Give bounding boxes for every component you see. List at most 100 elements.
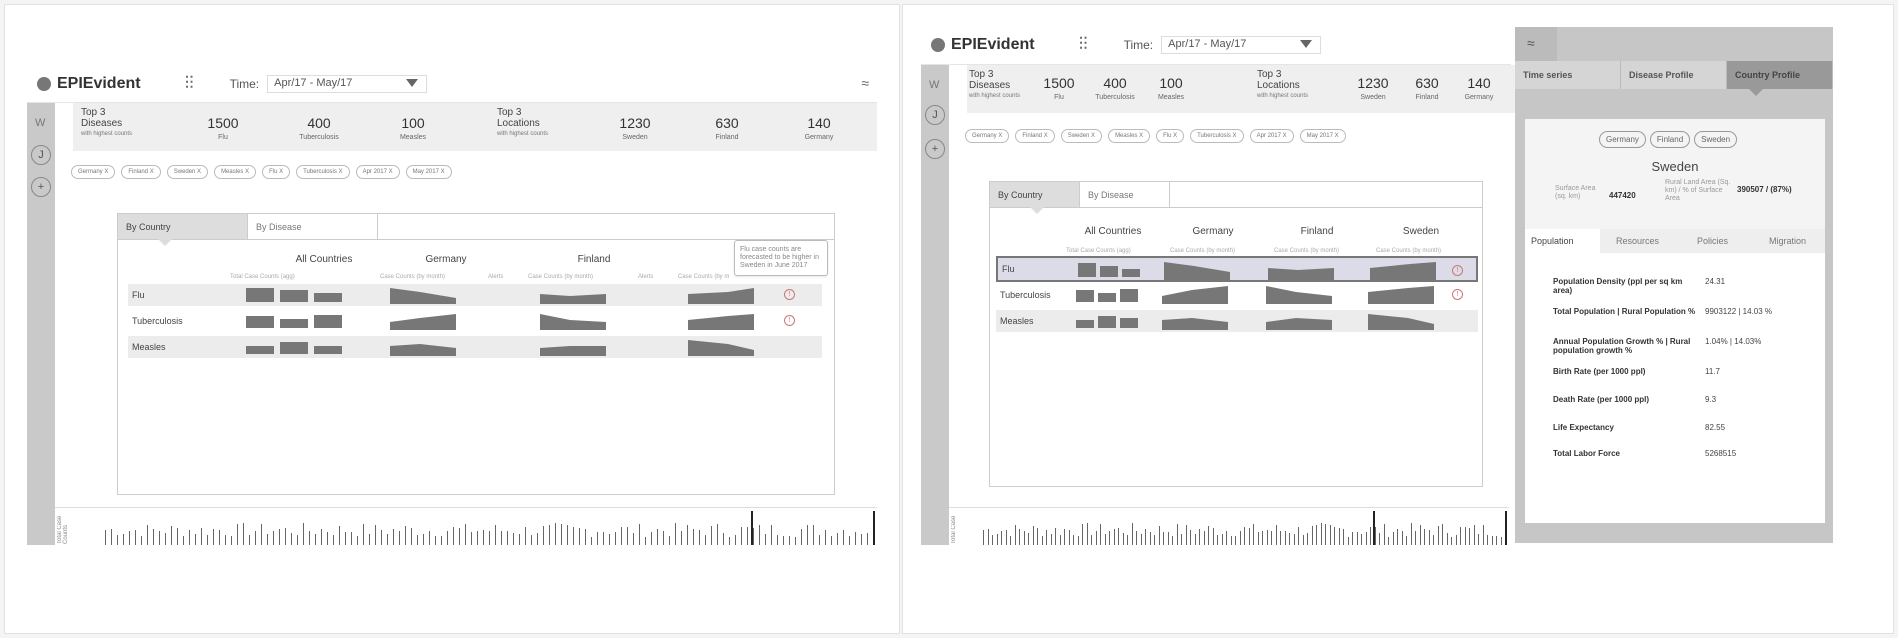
filter-chip[interactable]: May 2017 X bbox=[405, 165, 452, 179]
table-row[interactable]: Measles bbox=[128, 336, 822, 358]
timeline-marker[interactable] bbox=[1373, 511, 1375, 545]
filter-chip[interactable]: Flu X bbox=[262, 165, 291, 179]
time-range-select[interactable]: Apr/17 - May/17 bbox=[1161, 35, 1322, 54]
time-range-value: Apr/17 - May/17 bbox=[1168, 37, 1247, 50]
timeline-tick bbox=[1046, 530, 1048, 545]
trend-icon[interactable]: ≈ bbox=[1515, 27, 1557, 61]
table-row-selected[interactable]: Flu ! bbox=[996, 256, 1478, 282]
profile-button[interactable]: J bbox=[31, 145, 51, 165]
filter-icon[interactable]: ⫶⫶ bbox=[1079, 34, 1088, 55]
sparkline-germany bbox=[1162, 286, 1228, 304]
alert-icon[interactable]: ! bbox=[784, 315, 795, 326]
timeline-strip[interactable]: Total Case Counts bbox=[55, 507, 877, 545]
timeline-tick bbox=[423, 533, 425, 545]
agg-bar bbox=[1076, 290, 1094, 302]
country-chip[interactable]: Finland bbox=[1649, 131, 1691, 148]
filter-chip[interactable]: Measles X bbox=[214, 165, 257, 179]
timeline-tick bbox=[201, 527, 203, 545]
filter-chip[interactable]: Finland X bbox=[1015, 129, 1055, 143]
timeline-tick bbox=[543, 526, 545, 545]
filter-chip[interactable]: Measles X bbox=[1108, 129, 1151, 143]
tab-time-series[interactable]: Time series bbox=[1515, 61, 1621, 89]
filter-chip[interactable]: Flu X bbox=[1156, 129, 1185, 143]
timeline-tick bbox=[1122, 533, 1124, 545]
filter-chip[interactable]: Finland X bbox=[121, 165, 161, 179]
table-row[interactable]: Measles bbox=[996, 310, 1478, 332]
filter-chip[interactable]: Germany X bbox=[965, 129, 1010, 143]
app-title: EPIEvident bbox=[57, 74, 141, 92]
timeline-tick bbox=[1487, 534, 1489, 545]
timeline-tick bbox=[1280, 530, 1282, 545]
sparkline-germany bbox=[390, 288, 456, 304]
timeline-tick bbox=[992, 535, 994, 545]
filter-chip[interactable]: Sweden X bbox=[1060, 129, 1103, 143]
tab-by-country[interactable]: By Country bbox=[990, 182, 1080, 214]
timeline-tick bbox=[1365, 531, 1367, 545]
table-row[interactable]: Tuberculosis ! bbox=[996, 284, 1478, 306]
timeline-tick bbox=[399, 531, 401, 545]
alert-icon[interactable]: ! bbox=[1452, 289, 1463, 300]
agg-bar bbox=[314, 293, 342, 302]
stat-value: 400 bbox=[1103, 75, 1127, 91]
profile-button[interactable]: J bbox=[925, 105, 945, 125]
top-locations-title-1: Top 3 bbox=[1257, 69, 1282, 80]
timeline-tick bbox=[1437, 525, 1439, 545]
timeline-tick bbox=[1199, 528, 1201, 545]
filter-chip[interactable]: May 2017 X bbox=[1299, 129, 1346, 143]
tab-by-disease[interactable]: By Disease bbox=[248, 214, 378, 239]
timeline-tick bbox=[519, 533, 521, 545]
filter-chip[interactable]: Tuberculosis X bbox=[1190, 129, 1244, 143]
time-range-select[interactable]: Apr/17 - May/17 bbox=[267, 74, 428, 93]
subtab-population[interactable]: Population bbox=[1525, 229, 1600, 253]
timeline-tick bbox=[663, 530, 665, 545]
top-diseases-title-2: Diseases bbox=[969, 80, 1011, 91]
timeline-tick bbox=[693, 528, 695, 545]
filter-chip[interactable]: Sweden X bbox=[166, 165, 209, 179]
right-wireframe-page: EPIEvident ⫶⫶ Time: Apr/17 - May/17 W J … bbox=[902, 4, 1894, 634]
timeline-marker[interactable] bbox=[1505, 511, 1507, 545]
timeline-tick bbox=[465, 523, 467, 545]
add-button[interactable]: + bbox=[31, 177, 51, 197]
subtab-migration[interactable]: Migration bbox=[1750, 229, 1825, 253]
timeline-tick bbox=[513, 533, 515, 545]
timeline-tick bbox=[1455, 534, 1457, 545]
timeline-tick bbox=[1275, 525, 1277, 545]
country-chip[interactable]: Germany bbox=[1599, 131, 1646, 148]
timeline-marker[interactable] bbox=[751, 511, 753, 545]
stat-label: Germany bbox=[804, 134, 834, 141]
timeline-tick bbox=[1370, 527, 1372, 545]
tab-country-profile[interactable]: Country Profile bbox=[1727, 61, 1833, 96]
subtab-policies[interactable]: Policies bbox=[1675, 229, 1750, 253]
filter-icon[interactable]: ⫶⫶ bbox=[185, 73, 194, 94]
stat-value: 630 bbox=[715, 115, 739, 131]
data-panel: By Country By Disease All Countries Germ… bbox=[117, 213, 835, 495]
col-all-countries: All Countries bbox=[1084, 226, 1142, 237]
filter-chip[interactable]: Apr 2017 X bbox=[1249, 129, 1294, 143]
filter-chip[interactable]: Apr 2017 X bbox=[355, 165, 400, 179]
timeline-tick bbox=[1415, 530, 1417, 545]
alert-icon[interactable]: ! bbox=[784, 289, 795, 300]
agg-bar bbox=[246, 288, 274, 302]
timeline-tick bbox=[1203, 531, 1205, 545]
timeline-tick bbox=[1235, 536, 1237, 545]
filter-chip[interactable]: Tuberculosis X bbox=[296, 165, 350, 179]
sparkline-sweden bbox=[688, 288, 754, 304]
country-chip[interactable]: Sweden bbox=[1694, 131, 1738, 148]
alert-icon[interactable]: ! bbox=[1452, 265, 1463, 276]
filter-chip[interactable]: Germany X bbox=[71, 165, 116, 179]
stat-label: Flu bbox=[218, 134, 228, 141]
tab-by-country[interactable]: By Country bbox=[118, 214, 248, 246]
table-row[interactable]: Tuberculosis ! bbox=[128, 310, 822, 332]
timeline-tick bbox=[321, 529, 323, 545]
sparkline-germany bbox=[1162, 318, 1228, 330]
table-row[interactable]: Flu ! bbox=[128, 284, 822, 306]
tab-by-disease[interactable]: By Disease bbox=[1080, 182, 1170, 207]
trend-icon[interactable]: ≈ bbox=[861, 75, 869, 91]
timeline-marker[interactable] bbox=[873, 511, 875, 545]
stat-finland: 630 Finland bbox=[1407, 75, 1447, 101]
timeline-tick bbox=[1118, 527, 1120, 545]
add-button[interactable]: + bbox=[925, 139, 945, 159]
subtab-resources[interactable]: Resources bbox=[1600, 229, 1675, 253]
timeline-strip[interactable]: Total Case bbox=[949, 507, 1509, 545]
tab-disease-profile[interactable]: Disease Profile bbox=[1621, 61, 1727, 89]
